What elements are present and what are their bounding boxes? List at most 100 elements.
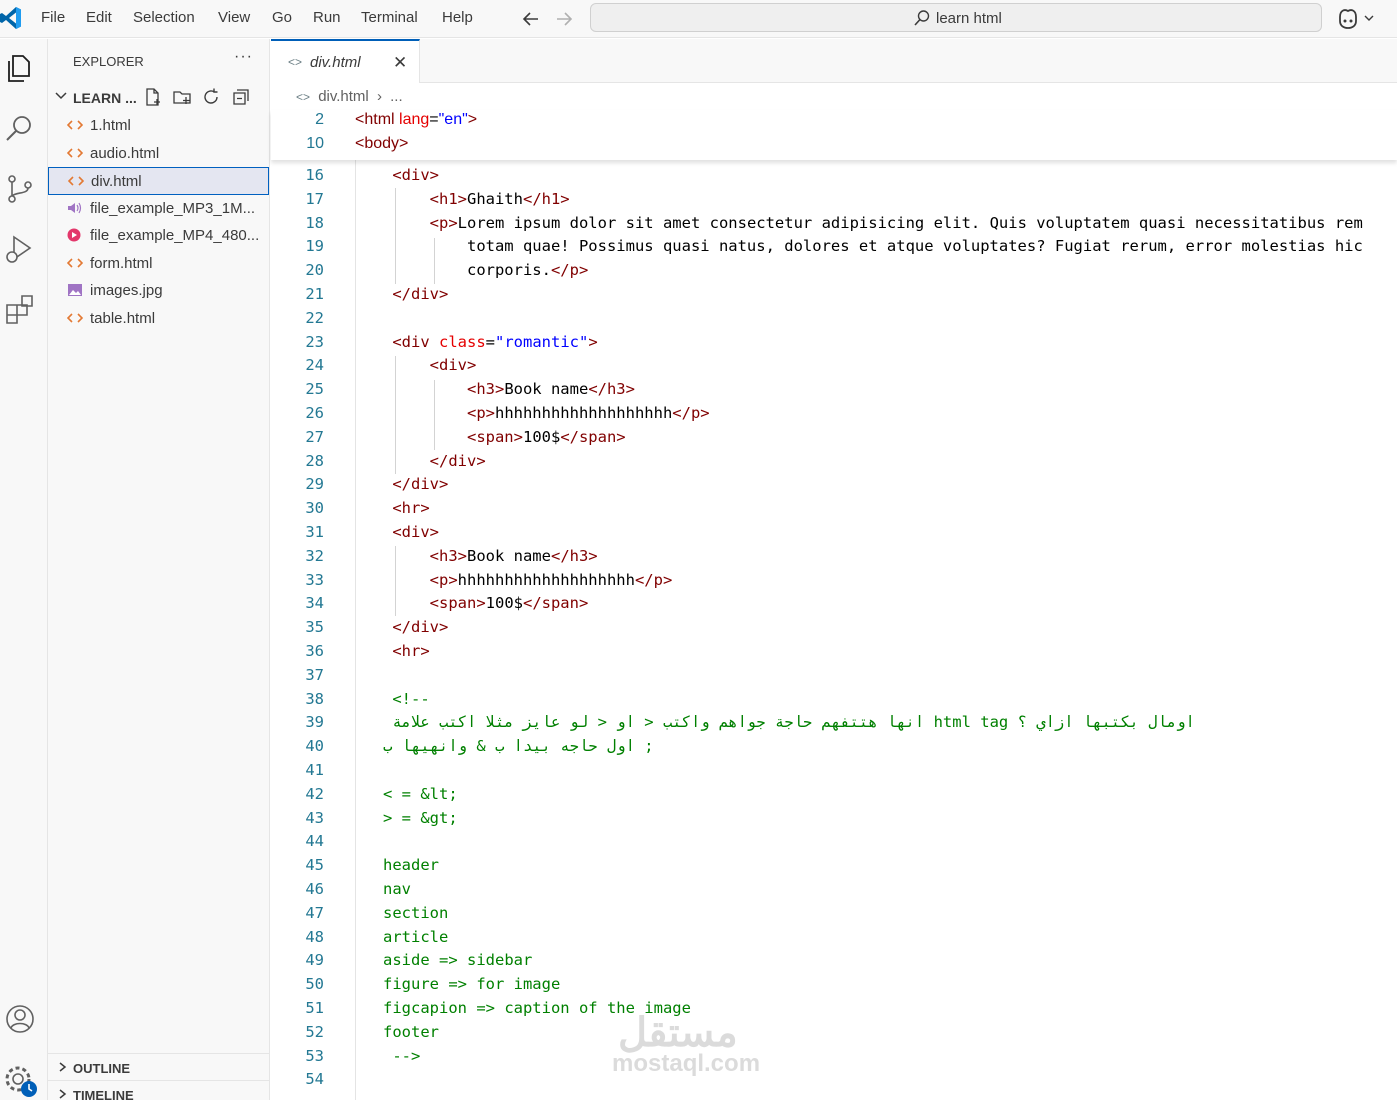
code-line: 40 اول حاجه بيدا ب & وانهيها ب ; bbox=[271, 737, 1397, 761]
line-content: </div> bbox=[392, 475, 449, 494]
accounts-icon[interactable] bbox=[4, 1003, 36, 1035]
menu-go[interactable]: Go bbox=[272, 9, 292, 26]
code-line: 20 corporis.</p> bbox=[271, 261, 1397, 285]
code-line: 39 انها هتتفهم حاجة جواهم واكتب < او < ل… bbox=[271, 713, 1397, 737]
menu-selection[interactable]: Selection bbox=[133, 9, 195, 26]
line-number: 17 bbox=[305, 189, 324, 208]
line-content: <hr> bbox=[392, 642, 430, 660]
line-number: 31 bbox=[305, 523, 324, 541]
line-number: 19 bbox=[305, 237, 324, 256]
line-number: 52 bbox=[305, 1022, 324, 1041]
timeline-section[interactable]: TIMELINE bbox=[48, 1080, 270, 1106]
code-line: 35 </div> bbox=[271, 618, 1397, 642]
file-item-file-example-mp4-480[interactable]: file_example_MP4_480... bbox=[48, 222, 269, 250]
code-line: 30 <hr> bbox=[271, 499, 1397, 523]
code-line: 23 <div class="romantic"> bbox=[271, 333, 1397, 357]
search-icon[interactable] bbox=[4, 113, 36, 145]
menu-file[interactable]: File bbox=[41, 9, 65, 26]
line-number: 30 bbox=[305, 499, 324, 518]
file-item-1-html[interactable]: 1.html bbox=[48, 112, 269, 140]
explorer-sidebar: EXPLORER ··· LEARN ... 1.html audio.html d… bbox=[48, 39, 270, 1103]
file-name: table.html bbox=[90, 309, 156, 327]
copilot-icon[interactable] bbox=[1337, 7, 1377, 29]
extensions-icon[interactable] bbox=[4, 293, 36, 325]
file-name: file_example_MP3_1M... bbox=[90, 199, 256, 217]
line-number: 42 bbox=[305, 784, 324, 803]
line-number: 51 bbox=[305, 999, 324, 1017]
run-debug-icon[interactable] bbox=[4, 233, 36, 265]
file-name: 1.html bbox=[90, 117, 131, 134]
line-number: 23 bbox=[305, 332, 324, 351]
file-item-file-example-mp3-1m[interactable]: file_example_MP3_1M... bbox=[48, 195, 269, 223]
code-line: 52 footer bbox=[271, 1023, 1397, 1047]
file-item-table-html[interactable]: table.html bbox=[48, 305, 269, 333]
breadcrumb-separator: › bbox=[376, 88, 382, 105]
menu-run[interactable]: Run bbox=[313, 9, 341, 26]
audio-file-icon bbox=[67, 201, 83, 215]
line-number: 43 bbox=[305, 808, 324, 827]
new-file-icon[interactable] bbox=[143, 87, 163, 107]
line-content: <div> bbox=[392, 166, 439, 184]
code-line: 28 </div> bbox=[271, 452, 1397, 476]
code-line: 41 bbox=[271, 761, 1397, 785]
code-line: 16 <div> bbox=[271, 166, 1397, 190]
line-number: 36 bbox=[305, 642, 324, 660]
line-content: --> bbox=[392, 1046, 421, 1065]
code-line: 53 --> bbox=[271, 1047, 1397, 1071]
explorer-icon[interactable] bbox=[3, 53, 35, 85]
tab-div-html[interactable]: <> div.html ✕ bbox=[271, 39, 420, 83]
command-center-search[interactable]: learn html bbox=[590, 3, 1322, 32]
code-line: 31 <div> bbox=[271, 523, 1397, 547]
line-content: <p>hhhhhhhhhhhhhhhhhhh</p> bbox=[429, 570, 673, 589]
breadcrumb-rest[interactable]: ... bbox=[390, 88, 403, 105]
menu-terminal[interactable]: Terminal bbox=[361, 9, 418, 26]
menu-help[interactable]: Help bbox=[442, 9, 473, 26]
collapse-all-icon[interactable] bbox=[231, 87, 251, 107]
folder-header[interactable]: LEARN ... bbox=[48, 85, 270, 109]
line-number: 45 bbox=[305, 856, 324, 875]
code-editor[interactable]: 16 <div> 17 <h1>Ghaith</h1> 18 <p>Lorem ip… bbox=[271, 110, 1397, 1100]
line-content: footer bbox=[383, 1022, 439, 1041]
line-content: <div> bbox=[392, 523, 439, 541]
more-actions-icon[interactable]: ··· bbox=[234, 48, 253, 66]
line-content: <div class="romantic"> bbox=[392, 332, 598, 351]
file-item-div-html[interactable]: div.html bbox=[48, 167, 269, 195]
breadcrumb-file[interactable]: div.html bbox=[318, 88, 369, 105]
code-line: 24 <div> bbox=[271, 356, 1397, 380]
indent-guide bbox=[434, 238, 435, 284]
watermark-latin: mostaql.com bbox=[612, 1050, 761, 1077]
line-number: 25 bbox=[305, 380, 324, 399]
manage-gear-icon[interactable] bbox=[2, 1063, 40, 1099]
arrow-right-icon[interactable] bbox=[554, 10, 574, 28]
source-control-icon[interactable] bbox=[4, 173, 36, 205]
line-number: 46 bbox=[305, 880, 324, 898]
html-file-icon bbox=[66, 118, 84, 132]
sticky-scroll-header[interactable]: 2 <html lang="en"> 10 <body> bbox=[271, 110, 1397, 160]
chevron-down-icon bbox=[55, 92, 67, 100]
line-number: 34 bbox=[305, 594, 324, 613]
file-item-images-jpg[interactable]: images.jpg bbox=[48, 277, 269, 305]
line-content: <html lang="en"> bbox=[355, 111, 478, 128]
close-icon[interactable]: ✕ bbox=[393, 53, 407, 73]
code-line: 44 bbox=[271, 832, 1397, 856]
code-line: 43 > = &gt; bbox=[271, 809, 1397, 833]
file-item-form-html[interactable]: form.html bbox=[48, 250, 269, 278]
mostaql-watermark: مستقل mostaql.com bbox=[612, 1010, 784, 1082]
image-file-icon bbox=[67, 283, 83, 297]
line-content: <span>100$</span> bbox=[429, 594, 589, 613]
line-content: header bbox=[383, 856, 439, 875]
line-number: 47 bbox=[305, 903, 324, 922]
line-number: 44 bbox=[305, 832, 324, 851]
code-line: 36 <hr> bbox=[271, 642, 1397, 666]
line-content: nav bbox=[383, 880, 411, 898]
menu-view[interactable]: View bbox=[218, 9, 250, 26]
video-file-icon bbox=[67, 228, 83, 242]
code-line: 18 <p>Lorem ipsum dolor sit amet consect… bbox=[271, 214, 1397, 238]
refresh-icon[interactable] bbox=[201, 87, 221, 107]
timeline-title: TIMELINE bbox=[73, 1088, 134, 1103]
outline-section[interactable]: OUTLINE bbox=[48, 1053, 270, 1079]
arrow-left-icon[interactable] bbox=[521, 10, 541, 28]
file-item-audio-html[interactable]: audio.html bbox=[48, 140, 269, 168]
new-folder-icon[interactable] bbox=[172, 87, 192, 107]
menu-edit[interactable]: Edit bbox=[86, 9, 112, 26]
